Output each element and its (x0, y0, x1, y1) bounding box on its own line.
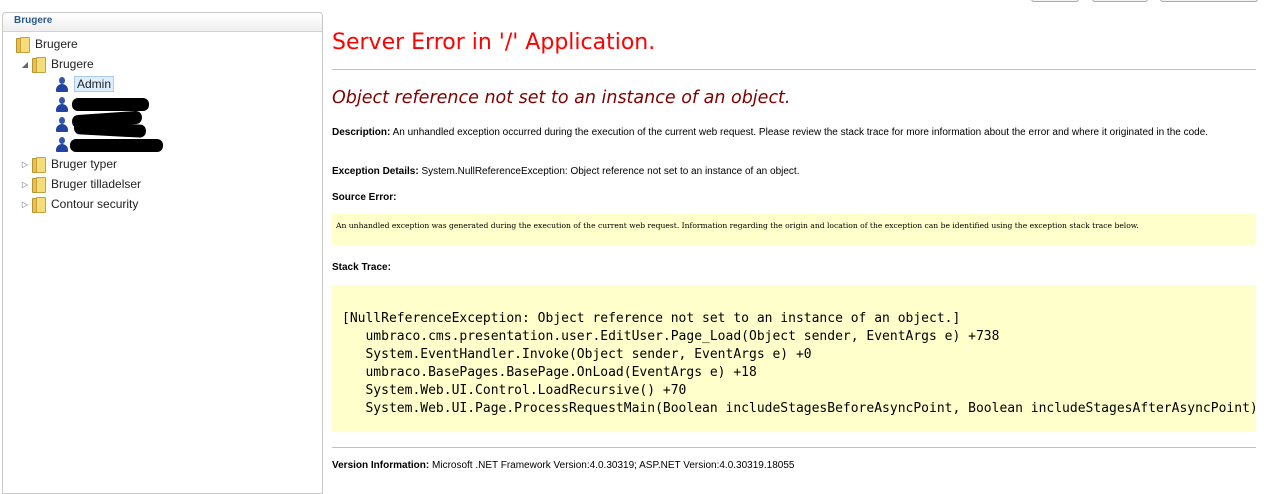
exception-text: System.NullReferenceException: Object re… (421, 166, 800, 177)
tree-user-redacted-2[interactable] (56, 114, 74, 134)
redaction-mark (72, 98, 149, 111)
stack-trace-line: System.Web.UI.Control.LoadRecursive() +7… (342, 383, 687, 398)
users-tree-panel: Brugere (2, 12, 323, 494)
tree-node-label: Bruger typer (51, 157, 118, 171)
tree-node-bruger-typer[interactable]: ▷ Bruger typer (20, 154, 117, 174)
tree-root-label: Brugere (35, 37, 78, 51)
stack-trace-line: [NullReferenceException: Object referenc… (342, 311, 961, 326)
exception-label: Exception Details: (332, 166, 419, 177)
stack-trace-lines: [NullReferenceException: Object referenc… (332, 285, 1256, 418)
user-icon (56, 76, 68, 92)
stack-trace-line: umbraco.cms.presentation.user.EditUser.P… (342, 329, 1000, 344)
tree-user-admin-label: Admin (74, 76, 115, 92)
folder-icon (32, 157, 46, 173)
tree-node-contour-security[interactable]: ▷ Contour security (20, 194, 138, 214)
toolbar-button-3[interactable] (1160, 0, 1258, 2)
description-text: An unhandled exception occurred during t… (392, 127, 1209, 138)
version-label: Version Information: (332, 460, 430, 471)
description-paragraph: Description: An unhandled exception occu… (332, 126, 1256, 139)
redaction-mark (70, 139, 163, 152)
stack-trace-line: umbraco.BasePages.BasePage.OnLoad(EventA… (342, 365, 757, 380)
version-text: Microsoft .NET Framework Version:4.0.303… (432, 460, 795, 471)
source-error-label: Source Error: (332, 192, 397, 203)
tree-node-brugere[interactable]: ◢ Brugere (20, 54, 94, 74)
folder-icon (32, 177, 46, 193)
divider (332, 447, 1256, 448)
source-error-box: An unhandled exception was generated dur… (332, 214, 1256, 245)
tree-node-label: Bruger tilladelser (51, 177, 142, 191)
error-message: Object reference not set to an instance … (332, 88, 791, 108)
source-error-text: An unhandled exception was generated dur… (336, 221, 1139, 230)
tree-node-label: Brugere (51, 57, 94, 71)
stack-trace-label: Stack Trace: (332, 262, 391, 273)
toolbar-button-1[interactable] (1031, 0, 1079, 2)
tree-root-brugere[interactable]: Brugere (16, 34, 78, 54)
expand-arrow-icon[interactable]: ▷ (20, 180, 30, 189)
divider (332, 69, 1256, 70)
expand-arrow-icon[interactable]: ▷ (20, 160, 30, 169)
user-icon (56, 116, 68, 132)
stack-trace-heading: Stack Trace: (332, 261, 391, 274)
toolbar-button-2[interactable] (1092, 0, 1148, 2)
description-label: Description: (332, 127, 391, 138)
tree-node-label: Contour security (51, 197, 139, 211)
user-icon (56, 136, 68, 152)
tree-user-admin[interactable]: Admin (56, 74, 115, 94)
folder-icon (32, 197, 46, 213)
panel-title: Brugere (3, 13, 322, 32)
exception-details-paragraph: Exception Details: System.NullReferenceE… (332, 165, 1256, 178)
user-icon (56, 96, 68, 112)
collapse-arrow-icon[interactable]: ◢ (20, 60, 30, 69)
version-information: Version Information: Microsoft .NET Fram… (332, 459, 794, 472)
stack-trace-line: System.Web.UI.Page.ProcessRequestMain(Bo… (342, 401, 1256, 416)
folder-icon (16, 37, 30, 53)
tree-node-bruger-tilladelser[interactable]: ▷ Bruger tilladelser (20, 174, 141, 194)
stack-trace-box: [NullReferenceException: Object referenc… (332, 285, 1256, 432)
folder-icon (32, 57, 46, 73)
error-title: Server Error in '/' Application. (332, 30, 656, 55)
expand-arrow-icon[interactable]: ▷ (20, 200, 30, 209)
source-error-heading: Source Error: (332, 191, 396, 204)
stack-trace-line: System.EventHandler.Invoke(Object sender… (342, 347, 812, 362)
